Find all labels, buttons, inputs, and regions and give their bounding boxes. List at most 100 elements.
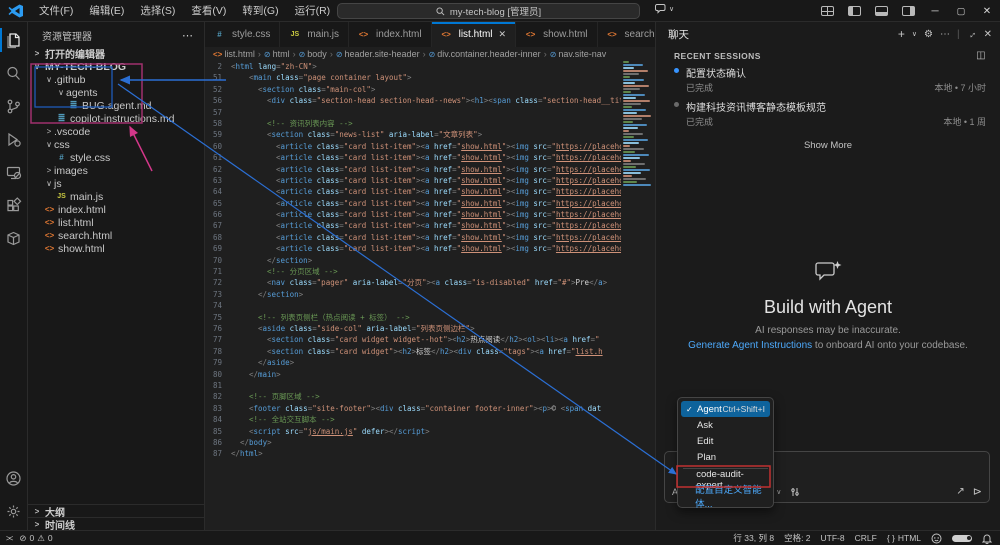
breadcrumb-item[interactable]: ⊘ nav.site-nav: [550, 49, 607, 59]
tree-item-show.html[interactable]: <> show.html: [28, 242, 204, 255]
extensions-icon[interactable]: [0, 190, 28, 220]
package-extension-icon[interactable]: [0, 223, 28, 253]
tree-item-search.html[interactable]: <> search.html: [28, 229, 204, 242]
toggle-panel-icon[interactable]: [868, 0, 895, 22]
generate-instructions-link[interactable]: Generate Agent Instructions: [688, 340, 812, 351]
menu-选择(S)[interactable]: 选择(S): [133, 1, 182, 20]
breadcrumb-item[interactable]: ⊘ html: [264, 49, 290, 59]
source-control-icon[interactable]: [0, 91, 28, 121]
menu-item-edit[interactable]: Edit: [681, 433, 770, 449]
code-line-56[interactable]: 56 <div class="section-head section-head-…: [205, 95, 621, 106]
menu-转到(G)[interactable]: 转到(G): [235, 1, 285, 20]
settings-gear-icon[interactable]: [0, 496, 28, 526]
tree-item-style.css[interactable]: # style.css: [28, 151, 204, 164]
code-line-78[interactable]: 78 <section class="card widget"><h2>标签</h…: [205, 346, 621, 357]
code-line-52[interactable]: 52 <section class="main-col">: [205, 84, 621, 95]
menu-文件(F)[interactable]: 文件(F): [32, 1, 80, 20]
tree-item-list.html[interactable]: <> list.html: [28, 216, 204, 229]
notifications-bell-icon[interactable]: [982, 533, 992, 544]
code-line-57[interactable]: 57: [205, 107, 621, 118]
code-editor[interactable]: 2 <html lang="zh-CN"> 51 <main class="page …: [205, 61, 621, 530]
tree-item-main.js[interactable]: JS main.js: [28, 190, 204, 203]
code-line-67[interactable]: 67 <article class="card list-item"><a hre…: [205, 220, 621, 231]
chat-more-icon[interactable]: ⋯: [940, 29, 950, 40]
tree-item-.vscode[interactable]: > .vscode: [28, 125, 204, 138]
code-line-51[interactable]: 51 <main class="page container layout">: [205, 72, 621, 83]
code-line-87[interactable]: 87 </html>: [205, 448, 621, 459]
copilot-titlebar-button[interactable]: ∨: [655, 3, 674, 14]
copilot-status-icon[interactable]: [931, 533, 942, 544]
tree-item-agents[interactable]: ∨ agents: [28, 86, 204, 99]
code-line-2[interactable]: 2 <html lang="zh-CN">: [205, 61, 621, 72]
code-line-81[interactable]: 81: [205, 380, 621, 391]
minimap[interactable]: [623, 61, 653, 481]
code-line-65[interactable]: 65 <article class="card list-item"><a hre…: [205, 198, 621, 209]
tab-style.css[interactable]: # style.css: [205, 22, 281, 47]
tree-item-css[interactable]: ∨ css: [28, 138, 204, 151]
forward-icon[interactable]: ↗: [956, 486, 964, 497]
tab-list.html[interactable]: <> list.html ✕: [431, 22, 517, 47]
code-line-77[interactable]: 77 <section class="card widget widget--ho…: [205, 334, 621, 345]
code-line-71[interactable]: 71 <!-- 分页区域 -->: [205, 266, 621, 277]
toggle-secondary-sidebar-icon[interactable]: [895, 0, 922, 22]
outline-section[interactable]: > 大纲: [28, 504, 204, 519]
maximize-chat-icon[interactable]: ↔: [964, 27, 979, 42]
menu-运行(R)[interactable]: 运行(R): [288, 1, 338, 20]
menu-查看(V)[interactable]: 查看(V): [184, 1, 233, 20]
code-line-59[interactable]: 59 <section class="news-list" aria-label=…: [205, 129, 621, 140]
breadcrumb-item[interactable]: <> list.html: [213, 49, 255, 59]
code-line-72[interactable]: 72 <nav class="pager" aria-label="分页"><a …: [205, 277, 621, 288]
code-line-75[interactable]: 75 <!-- 列表页侧栏（热点阅读 + 标签） -->: [205, 312, 621, 323]
close-button[interactable]: ✕: [974, 0, 1000, 22]
restore-button[interactable]: ▢: [948, 0, 974, 22]
problems-indicator[interactable]: ⊘ 0 ⚠ 0: [19, 533, 52, 544]
code-line-79[interactable]: 79 </aside>: [205, 357, 621, 368]
indentation-setting[interactable]: 空格: 2: [784, 532, 810, 544]
tree-item-.github[interactable]: ∨ .github: [28, 73, 204, 86]
tools-icon[interactable]: [790, 487, 800, 497]
breadcrumb-item[interactable]: ⊘ header.site-header: [336, 49, 420, 59]
tree-item-index.html[interactable]: <> index.html: [28, 203, 204, 216]
code-line-84[interactable]: 84 <!-- 全站交互脚本 -->: [205, 414, 621, 425]
code-line-58[interactable]: 58 <!-- 资讯列表内容 -->: [205, 118, 621, 129]
project-root-folder[interactable]: ∨ MY-TECH-BLOG: [28, 60, 204, 73]
tab-index.html[interactable]: <> index.html: [349, 22, 432, 47]
breadcrumb-item[interactable]: ⊘ div.container.header-inner: [429, 49, 541, 59]
send-icon[interactable]: ⊳: [973, 485, 982, 498]
session-item[interactable]: 配置状态确认 已完成 本地 • 7 小时: [656, 63, 1000, 97]
menu-编辑(E)[interactable]: 编辑(E): [82, 1, 131, 20]
code-line-73[interactable]: 73 </section>: [205, 289, 621, 300]
tab-show.html[interactable]: <> show.html: [516, 22, 598, 47]
cursor-position[interactable]: 行 33, 列 8: [733, 532, 774, 544]
run-debug-icon[interactable]: [0, 124, 28, 154]
tree-item-BUG.agent.md[interactable]: ≣ BUG.agent.md: [28, 99, 204, 112]
command-center-search[interactable]: my-tech-blog [管理员]: [337, 3, 640, 19]
timeline-section[interactable]: > 时间线: [28, 517, 204, 530]
code-line-82[interactable]: 82 <!-- 页脚区域 -->: [205, 391, 621, 402]
menu-item-agent[interactable]: ✓ Agent Ctrl+Shift+I: [681, 401, 770, 417]
tab-search.html[interactable]: <>search.html: [597, 22, 655, 47]
tree-item-copilot-instructions.md[interactable]: ≣ copilot-instructions.md: [28, 112, 204, 125]
minimize-button[interactable]: ─: [922, 0, 948, 22]
code-line-60[interactable]: 60 <article class="card list-item"><a hre…: [205, 141, 621, 152]
menu-item-ask[interactable]: Ask: [681, 417, 770, 433]
code-line-69[interactable]: 69 <article class="card list-item"><a hre…: [205, 243, 621, 254]
new-chat-icon[interactable]: +: [898, 27, 905, 41]
explorer-more-icon[interactable]: ⋯: [182, 29, 194, 42]
explorer-icon[interactable]: [0, 25, 28, 55]
language-mode[interactable]: { } HTML: [887, 533, 921, 543]
code-line-61[interactable]: 61 <article class="card list-item"><a hre…: [205, 152, 621, 163]
chat-settings-gear-icon[interactable]: ⚙: [924, 29, 933, 40]
code-line-76[interactable]: 76 <aside class="side-col" aria-label="列表…: [205, 323, 621, 334]
breadcrumb-item[interactable]: ⊘ body: [299, 49, 327, 59]
close-chat-icon[interactable]: ✕: [984, 29, 992, 40]
show-more-link[interactable]: Show More: [656, 140, 1000, 151]
session-item[interactable]: 构建科技资讯博客静态模板规范 已完成 本地 • 1 周: [656, 97, 1000, 131]
code-line-64[interactable]: 64 <article class="card list-item"><a hre…: [205, 186, 621, 197]
tab-main.js[interactable]: JS main.js: [280, 22, 350, 47]
code-line-66[interactable]: 66 <article class="card list-item"><a hre…: [205, 209, 621, 220]
close-tab-icon[interactable]: ✕: [499, 29, 507, 40]
search-icon[interactable]: [0, 58, 28, 88]
code-line-86[interactable]: 86 </body>: [205, 437, 621, 448]
customize-layout-icon[interactable]: [814, 0, 841, 22]
